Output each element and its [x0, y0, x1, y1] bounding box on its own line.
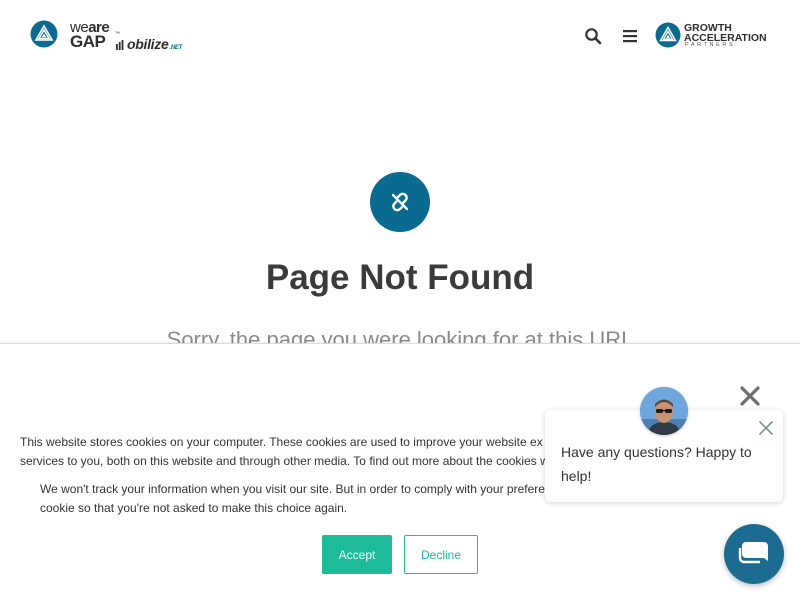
page-title: Page Not Found [265, 258, 535, 297]
agent-avatar [640, 387, 688, 435]
chat-bubble-icon [738, 542, 768, 564]
close-icon[interactable] [758, 420, 774, 436]
brand-logo[interactable]: weare GAP ™ obilize.NET [30, 20, 182, 52]
gap-logo-mark-icon [30, 20, 58, 48]
hamburger-menu-icon[interactable] [621, 27, 639, 45]
partner-logo-subtext: PARTNERS [685, 42, 736, 48]
broken-link-icon [391, 192, 409, 212]
gap-partner-mark-icon [655, 22, 681, 48]
chat-message: Have any questions? Happy to help! [561, 444, 752, 484]
chat-launcher-button[interactable] [724, 524, 784, 584]
broken-link-badge [370, 172, 430, 232]
decline-button[interactable]: Decline [404, 535, 478, 574]
mobilize-bars-icon [116, 40, 124, 50]
avatar-photo [640, 387, 688, 435]
site-header: weare GAP ™ obilize.NET GROWTH ACCELERAT… [0, 0, 800, 80]
brand-mobilize: obilize.NET [116, 36, 182, 52]
partner-logo-text: GROWTH ACCELERATION [684, 22, 767, 44]
accept-button[interactable]: Accept [322, 535, 392, 574]
search-icon[interactable] [584, 27, 602, 45]
brand-gap: GAP [70, 32, 106, 51]
chat-dismiss-icon[interactable] [738, 384, 762, 408]
partner-logo[interactable]: GROWTH ACCELERATION PARTNERS [655, 22, 775, 50]
